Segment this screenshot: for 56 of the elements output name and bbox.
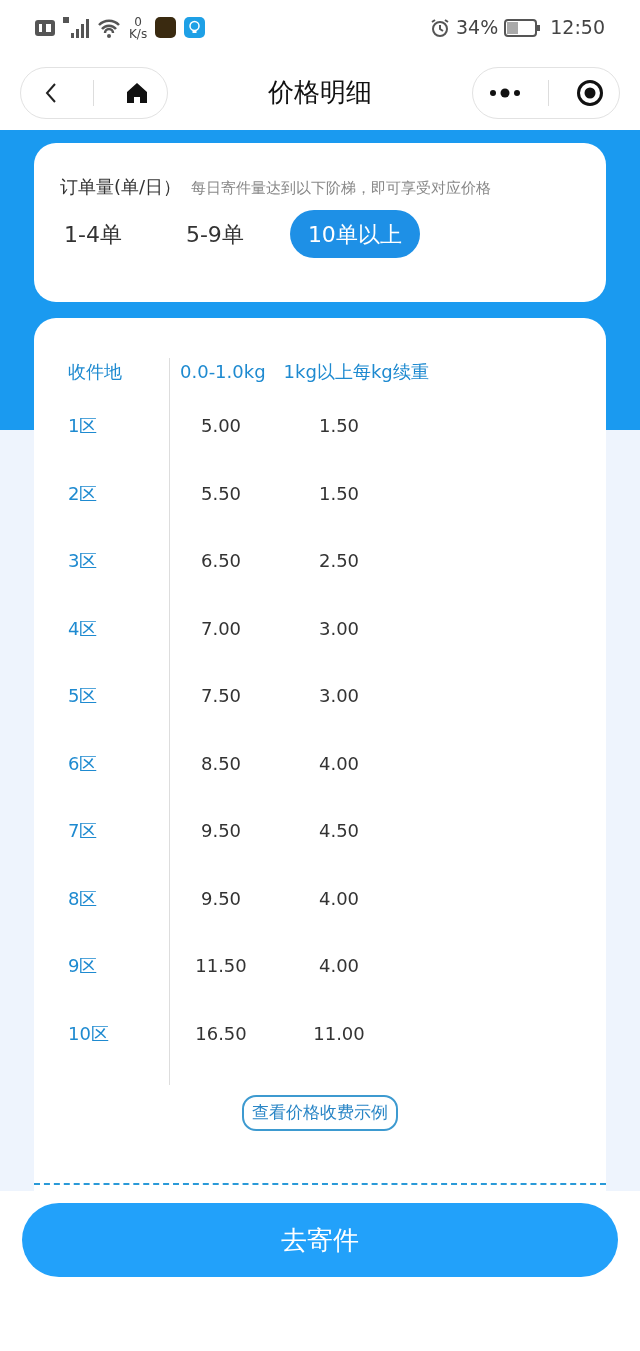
zone-cell-text: 8区 [68, 886, 99, 911]
price-cell-text: 7.00 [199, 616, 243, 641]
price-cell-text: 5.50 [199, 481, 243, 506]
more-icon [488, 87, 521, 98]
zone-cell-text: 6区 [68, 751, 99, 776]
back-icon [44, 81, 59, 104]
zone-cell-text: 5区 [68, 684, 99, 708]
zone-cell-text: 1区 [68, 414, 99, 438]
price-cell-text: 4.50 [317, 819, 361, 843]
price-cell-text: 9.50 [199, 886, 243, 911]
order-volume-hint: 每日寄件量达到以下阶梯，即可享受对应价格 [191, 178, 492, 199]
battery-icon [504, 18, 541, 37]
zone-cell-text: 7区 [68, 819, 99, 843]
price-cell-text: 16.50 [194, 1021, 248, 1046]
home-icon [125, 81, 148, 104]
column-header: 收件地 [68, 360, 123, 384]
lightbulb-icon [184, 17, 206, 38]
target-icon [575, 78, 604, 107]
send-button[interactable]: 去寄件 [22, 1203, 618, 1277]
price-cell-text: 7.50 [199, 684, 243, 708]
tier-tab[interactable]: 5-9单 [167, 210, 262, 258]
alarm-icon [430, 17, 450, 38]
price-cell-text: 1.50 [317, 481, 361, 506]
price-cell-text: 3.00 [317, 684, 361, 708]
page-title: 价格明细 [268, 76, 372, 109]
price-cell-text: 11.00 [312, 1021, 366, 1046]
price-cell-text: 2.50 [317, 549, 361, 573]
tier-tab[interactable]: 10单以上 [289, 210, 420, 258]
signal-icon [63, 16, 89, 39]
zone-cell-text: 3区 [68, 549, 99, 573]
zone-cell-text: 9区 [68, 954, 99, 978]
price-cell-text: 11.50 [194, 954, 248, 978]
example-link-button[interactable]: 查看价格收费示例 [242, 1095, 398, 1131]
zone-cell-text: 2区 [68, 481, 99, 506]
tier-tab[interactable]: 1-4单 [46, 210, 140, 258]
price-cell-text: 6.50 [199, 549, 243, 573]
wifi-icon [97, 17, 121, 38]
order-volume-label: 订单量(单/日） [60, 175, 182, 199]
column-header: 1kg以上每kg续重 [283, 360, 429, 384]
price-cell-text: 8.50 [199, 751, 243, 776]
speed-unit: K/s [129, 27, 148, 40]
price-cell-text: 5.00 [199, 414, 243, 438]
column-header: 0.0-1.0kg [180, 360, 266, 384]
price-cell-text: 4.00 [317, 751, 361, 776]
zone-cell-text: 4区 [68, 616, 99, 641]
app-icon [155, 17, 177, 38]
speed-value: 0 [134, 15, 142, 28]
price-cell-text: 3.00 [317, 616, 361, 641]
price-cell-text: 4.00 [317, 886, 361, 911]
price-cell-text: 1.50 [317, 414, 361, 438]
zone-cell-text: 10区 [68, 1021, 110, 1046]
price-cell-text: 9.50 [199, 819, 243, 843]
price-cell-text: 4.00 [317, 954, 361, 978]
clock-time: 12:50 [550, 15, 605, 41]
hd-icon [35, 19, 55, 36]
battery-percent: 34% [456, 15, 499, 41]
